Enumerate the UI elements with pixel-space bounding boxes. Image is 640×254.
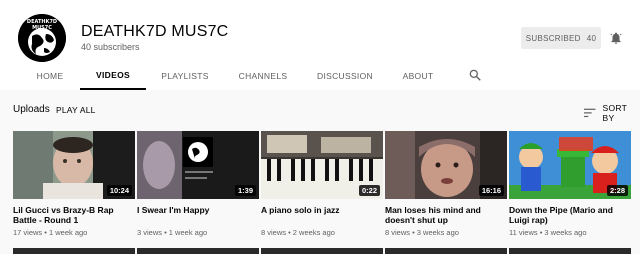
video-thumbnail-partial[interactable] bbox=[261, 248, 383, 254]
video-meta: 8 views • 2 weeks ago bbox=[261, 228, 335, 237]
bell-icon[interactable] bbox=[609, 31, 623, 45]
tab-about[interactable]: ABOUT bbox=[392, 62, 444, 90]
video-thumbnail[interactable]: 1:39 bbox=[137, 131, 259, 199]
video-duration: 10:24 bbox=[106, 185, 132, 196]
uploads-label[interactable]: Uploads bbox=[13, 104, 50, 115]
tab-channels[interactable]: CHANNELS bbox=[228, 62, 298, 90]
video-title[interactable]: I Swear I'm Happy bbox=[137, 205, 259, 215]
subscribed-label: SUBSCRIBED bbox=[525, 33, 581, 43]
tab-discussion[interactable]: DISCUSSION bbox=[308, 62, 382, 90]
video-thumbnail-partial[interactable] bbox=[137, 248, 259, 254]
subscriber-count: 40 subscribers bbox=[81, 42, 140, 52]
video-thumbnail[interactable]: 0:22 bbox=[261, 131, 383, 199]
subscribed-count: 40 bbox=[586, 33, 597, 43]
video-duration: 16:16 bbox=[478, 185, 504, 196]
sort-icon bbox=[584, 108, 596, 118]
video-meta: 11 views • 3 weeks ago bbox=[509, 228, 587, 237]
video-title[interactable]: Lil Gucci vs Brazy-B Rap Battle - Round … bbox=[13, 205, 135, 225]
subscribed-button[interactable]: SUBSCRIBED 40 bbox=[521, 27, 601, 49]
video-meta: 3 views • 1 week ago bbox=[137, 228, 208, 237]
sort-by-button[interactable]: SORT BY bbox=[584, 103, 640, 123]
video-duration: 1:39 bbox=[234, 185, 256, 196]
video-title[interactable]: Man loses his mind and doesn't shut up bbox=[385, 205, 507, 225]
video-meta: 17 views • 1 week ago bbox=[13, 228, 88, 237]
channel-avatar[interactable]: DEATHK7D MUS7C bbox=[18, 14, 66, 62]
video-thumbnail-partial[interactable] bbox=[509, 248, 631, 254]
tab-home[interactable]: HOME bbox=[24, 62, 76, 90]
video-thumbnail[interactable]: 2:28 bbox=[509, 131, 631, 199]
tab-videos[interactable]: VIDEOS bbox=[80, 62, 146, 90]
channel-header: DEATHK7D MUS7C DEATHK7D MUS7C 40 subscri… bbox=[0, 0, 640, 90]
video-title[interactable]: A piano solo in jazz bbox=[261, 205, 383, 215]
channel-tabs: HOME VIDEOS PLAYLISTS CHANNELS DISCUSSIO… bbox=[0, 62, 640, 90]
video-title[interactable]: Down the Pipe (Mario and Luigi rap) bbox=[509, 205, 631, 225]
video-thumbnail-partial[interactable] bbox=[385, 248, 507, 254]
avatar-caption: DEATHK7D MUS7C bbox=[26, 19, 58, 31]
video-thumbnail-partial[interactable] bbox=[13, 248, 135, 254]
video-thumbnail[interactable]: 10:24 bbox=[13, 131, 135, 199]
channel-name: DEATHK7D MUS7C bbox=[81, 23, 229, 40]
video-meta: 8 views • 3 weeks ago bbox=[385, 228, 459, 237]
sort-by-label: SORT BY bbox=[602, 103, 628, 123]
search-icon[interactable] bbox=[468, 68, 482, 82]
video-thumbnail[interactable]: 16:16 bbox=[385, 131, 507, 199]
video-duration: 2:28 bbox=[606, 185, 628, 196]
tab-playlists[interactable]: PLAYLISTS bbox=[150, 62, 220, 90]
video-duration: 0:22 bbox=[358, 185, 380, 196]
play-all-button[interactable]: PLAY ALL bbox=[56, 105, 96, 115]
